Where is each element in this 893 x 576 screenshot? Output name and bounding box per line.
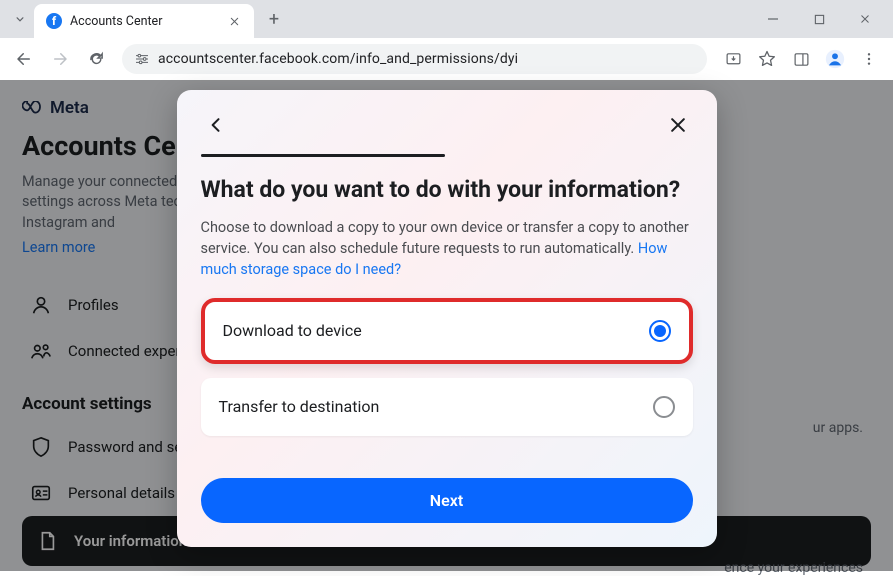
modal-description-text: Choose to download a copy to your own de… [201,219,689,257]
star-icon [758,50,776,68]
progress-bar [201,154,445,157]
radio-selected-icon [649,320,671,342]
window-controls [751,4,887,34]
tab-strip: f Accounts Center + [0,0,893,38]
browser-toolbar: accountscenter.facebook.com/info_and_per… [0,38,893,80]
install-button[interactable] [717,43,749,75]
radio-unselected-icon [653,396,675,418]
maximize-icon [814,14,825,25]
option-label: Transfer to destination [219,397,380,416]
menu-button[interactable] [853,43,885,75]
back-button[interactable] [8,43,40,75]
close-icon [859,13,871,25]
site-settings-icon[interactable] [134,52,150,66]
minimize-button[interactable] [751,4,795,34]
panel-icon [793,51,810,68]
browser-chrome: f Accounts Center + accountscenter.face [0,0,893,81]
url-text: accountscenter.facebook.com/info_and_per… [158,51,518,67]
url-bar[interactable]: accountscenter.facebook.com/info_and_per… [122,44,707,74]
arrow-right-icon [51,50,69,68]
install-icon [725,51,742,68]
toolbar-right [717,43,885,75]
tab-title: Accounts Center [70,14,218,29]
browser-tab[interactable]: f Accounts Center [34,4,254,38]
tab-search-button[interactable] [6,5,34,33]
tab-close-button[interactable] [226,13,242,29]
option-label: Download to device [223,321,362,340]
sidepanel-button[interactable] [785,43,817,75]
chevron-down-icon [13,12,27,26]
option-transfer-to-destination[interactable]: Transfer to destination [201,378,693,436]
modal-header [201,110,693,140]
profile-icon [824,48,846,70]
bookmark-button[interactable] [751,43,783,75]
next-button[interactable]: Next [201,478,693,523]
download-info-modal: What do you want to do with your informa… [177,90,717,547]
modal-description: Choose to download a copy to your own de… [201,217,693,280]
modal-title: What do you want to do with your informa… [201,175,693,205]
close-icon [668,115,688,135]
profile-button[interactable] [819,43,851,75]
reload-button[interactable] [80,43,112,75]
forward-button[interactable] [44,43,76,75]
close-icon [229,16,240,27]
chevron-left-icon [206,115,226,135]
facebook-favicon: f [46,13,62,29]
kebab-icon [861,51,877,67]
maximize-button[interactable] [797,4,841,34]
arrow-left-icon [15,50,33,68]
modal-close-button[interactable] [663,110,693,140]
minimize-icon [767,13,779,25]
tune-icon [134,52,150,66]
reload-icon [88,51,105,68]
option-download-to-device[interactable]: Download to device [201,298,693,364]
new-tab-button[interactable]: + [260,5,288,33]
modal-back-button[interactable] [201,110,231,140]
close-window-button[interactable] [843,4,887,34]
